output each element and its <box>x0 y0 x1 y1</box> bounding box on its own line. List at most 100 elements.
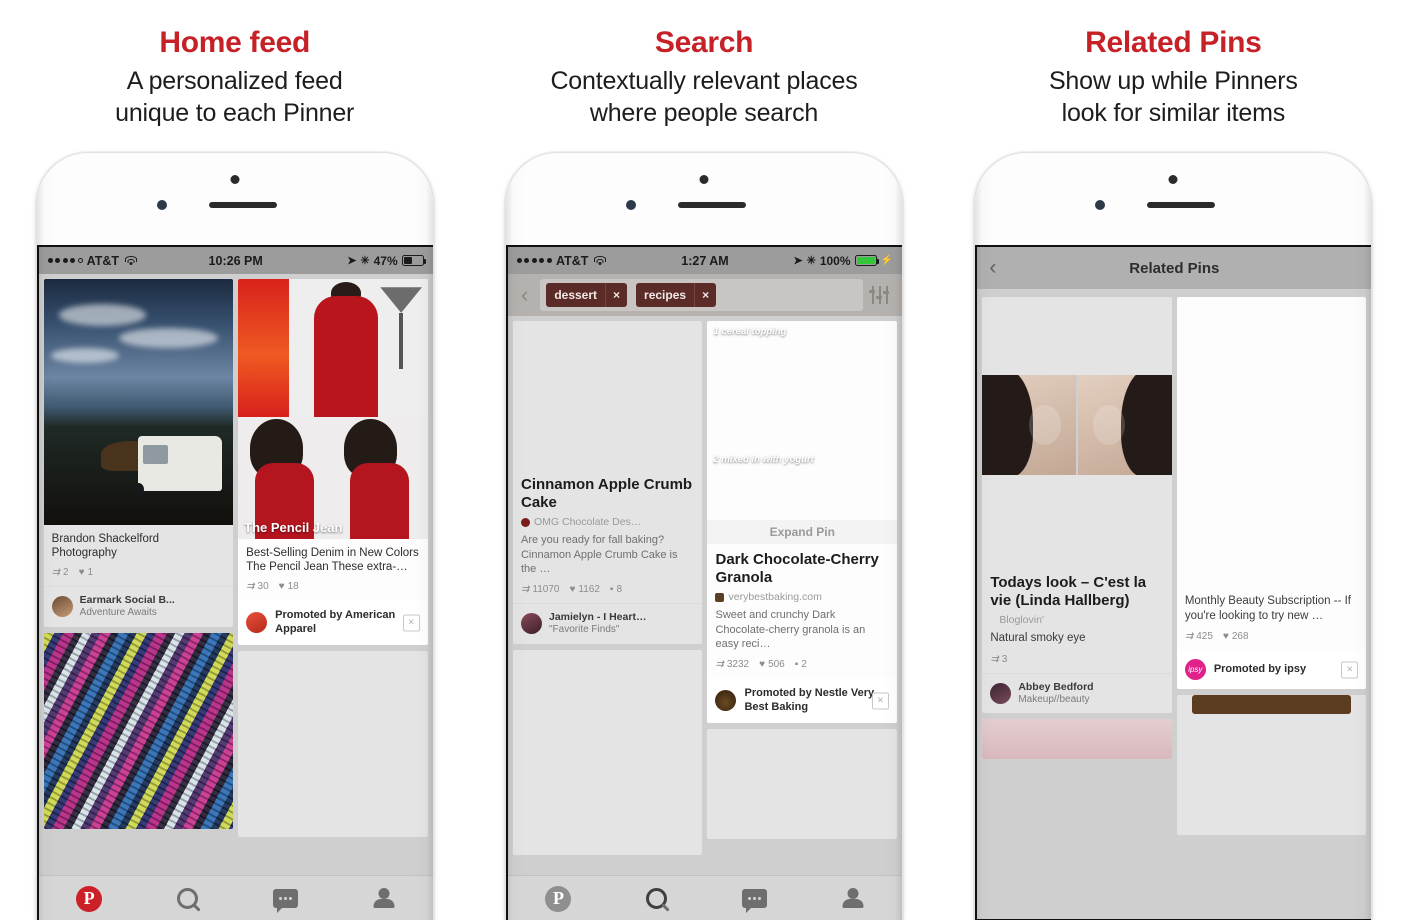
comment-icon: ▪ <box>794 658 799 670</box>
phone-screen-home: AT&T 10:26 PM ➤ ✳ 47% Brandon Shackelfor… <box>36 245 433 920</box>
pin-description: Natural smoky eye <box>990 632 1086 645</box>
pin-card-eyeshadow-palette[interactable] <box>1176 695 1367 836</box>
tab-home[interactable]: P <box>76 885 103 912</box>
filter-sliders-icon[interactable] <box>869 286 890 304</box>
promoted-pin-footer[interactable]: ipsy Promoted by ipsy × <box>1176 650 1367 690</box>
phone-screen-related: ‹ Related Pins Todays look – C'est la vi… <box>975 245 1372 920</box>
repin-count: 3232 <box>726 658 750 670</box>
pin-card-pencil-jean[interactable]: The Pencil Jean Best-Selling Denim in Ne… <box>238 279 428 646</box>
pin-attribution[interactable]: Jamielyn - I Heart… "Favorite Finds" <box>512 602 703 644</box>
phone-mockup-related: ‹ Related Pins Todays look – C'est la vi… <box>974 152 1373 920</box>
search-chip-dessert[interactable]: dessert × <box>546 283 628 307</box>
search-input[interactable]: dessert × recipes × <box>540 279 863 311</box>
avatar <box>51 596 73 618</box>
tab-search[interactable] <box>646 888 668 909</box>
search-icon <box>177 888 199 909</box>
search-chip-recipes[interactable]: recipes × <box>636 283 717 307</box>
pin-stats: ⇉ 3 <box>990 654 1164 665</box>
panel-subtitle-line1: A personalized feed <box>126 67 343 95</box>
repin-count: 425 <box>1196 631 1213 643</box>
bottom-tab-bar[interactable]: P <box>38 875 433 920</box>
expand-pin-button[interactable]: Expand Pin <box>707 520 897 544</box>
comment-count: 2 <box>801 658 807 670</box>
chip-remove-icon[interactable]: × <box>605 283 627 307</box>
pin-title: Best-Selling Denim in New Colors The Pen… <box>246 547 419 574</box>
pin-card-ipsy[interactable]: 5 BEAUTY SAMPLES MAILED TO YOU MONTHLY! <box>1176 297 1367 690</box>
back-button[interactable]: ‹ <box>989 256 996 280</box>
tab-messages[interactable] <box>742 889 768 913</box>
repin-icon: ⇉ <box>51 567 61 579</box>
close-icon[interactable]: × <box>871 692 889 710</box>
panel-subtitle-line1: Show up while Pinners <box>1048 67 1298 95</box>
comparison-stage: Home feed A personalized feed unique to … <box>0 0 1408 920</box>
repin-icon: ⇉ <box>715 658 724 670</box>
pin-card-dessert-bars[interactable] <box>512 649 703 855</box>
phone-mockup-home: AT&T 10:26 PM ➤ ✳ 47% Brandon Shackelfor… <box>35 152 434 920</box>
panel-subtitle: Contextually relevant places where peopl… <box>469 65 938 129</box>
status-bar: AT&T 1:27 AM ➤ ✳ 100% ⚡ <box>507 247 902 274</box>
like-count: 1 <box>87 567 94 579</box>
pin-stats: ⇉ 425 ♥ 268 <box>1185 631 1359 642</box>
pin-image-face-left <box>982 375 1077 475</box>
like-count: 268 <box>1231 631 1249 643</box>
pin-card-pink-couch[interactable] <box>982 719 1172 760</box>
pin-card-cinnamon-apple-crumb-cake[interactable]: Cinnamon Apple Crumb Cake OMG Chocolate … <box>512 321 703 644</box>
carrier-label: AT&T <box>86 253 120 268</box>
pin-card-dark-chocolate-cherry-granola[interactable]: 1 cereal topping 2 mixed in with yogurt … <box>707 321 897 724</box>
tab-profile[interactable] <box>842 888 864 909</box>
battery-icon <box>854 255 880 266</box>
chip-label: dessert <box>554 288 598 302</box>
pin-image-coast-van <box>43 279 234 525</box>
favicon <box>715 592 725 602</box>
tab-search[interactable] <box>177 888 199 909</box>
panel-subtitle-line2: look for similar items <box>1061 99 1286 127</box>
earpiece-speaker <box>208 202 277 208</box>
source-label: verybestbaking.com <box>728 591 822 604</box>
repin-icon: ⇉ <box>1184 631 1194 643</box>
promoted-pin-footer[interactable]: Promoted by Nestle Very Best Baking × <box>707 677 897 724</box>
promoted-pin-footer[interactable]: Promoted by American Apparel × <box>238 600 428 646</box>
favicon <box>520 517 530 527</box>
pin-stats: ⇉ 30 ♥ 18 <box>246 581 420 592</box>
attribution-name: Abbey Bedford <box>1018 680 1094 693</box>
pin-card-brandon-shackelford[interactable]: Brandon Shackelford Photography ⇉2 ♥1 <box>43 279 234 627</box>
pin-card-todays-look[interactable]: Todays look – C'est la vie (Linda Hallbe… <box>982 297 1172 714</box>
earpiece-speaker <box>677 202 746 208</box>
profile-icon <box>373 888 395 909</box>
pin-stats: ⇉ 3232 ♥ 506 ▪ 2 <box>715 659 889 670</box>
close-icon[interactable]: × <box>402 614 420 632</box>
pin-overlay-step-2: 2 mixed in with yogurt <box>713 454 814 465</box>
battery-percent: 100% <box>819 253 851 268</box>
search-bar[interactable]: ‹ dessert × recipes × <box>507 274 902 316</box>
signal-strength-icon <box>47 258 83 263</box>
pin-attribution[interactable]: Earmark Social B... Adventure Awaits <box>43 586 234 627</box>
pin-image-crochet-blanket <box>43 632 234 829</box>
like-count: 18 <box>287 581 299 593</box>
proximity-sensor-icon <box>1095 200 1106 210</box>
pin-image-pink-couch <box>982 719 1172 760</box>
close-icon[interactable]: × <box>1341 661 1359 679</box>
attribution-board: Adventure Awaits <box>79 607 157 619</box>
promoted-by-label: Promoted by ipsy <box>1213 663 1307 676</box>
advertiser-avatar <box>715 690 737 712</box>
chip-remove-icon[interactable]: × <box>694 283 716 307</box>
back-button[interactable]: ‹ <box>516 282 533 308</box>
pin-card-ice-cream-waffle[interactable] <box>707 729 897 840</box>
results-column-left: Cinnamon Apple Crumb Cake OMG Chocolate … <box>512 321 703 855</box>
tab-messages[interactable] <box>273 889 299 913</box>
tab-profile[interactable] <box>373 888 395 909</box>
location-arrow-icon: ➤ <box>347 255 357 267</box>
charging-icon: ⚡ <box>880 255 893 266</box>
iphone-frame: ‹ Related Pins Todays look – C'est la vi… <box>974 152 1373 920</box>
pin-attribution[interactable]: Abbey Bedford Makeup//beauty <box>982 672 1172 714</box>
bottom-tab-bar[interactable]: P <box>507 875 902 920</box>
advertiser-avatar <box>246 612 268 634</box>
panel-title: Search <box>654 26 754 59</box>
advertiser-avatar: ipsy <box>1184 659 1206 681</box>
tab-home[interactable]: P <box>545 885 572 912</box>
avatar <box>520 613 542 635</box>
bluetooth-icon: ✳ <box>360 255 370 267</box>
pin-card-stationery-grid[interactable] <box>238 651 428 838</box>
pin-card-crochet-blanket[interactable] <box>43 632 234 829</box>
results-column-right: 1 cereal topping 2 mixed in with yogurt … <box>707 321 897 855</box>
